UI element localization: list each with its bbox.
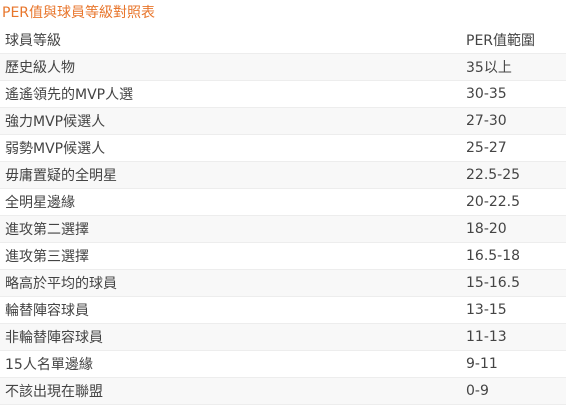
per-range-cell: 22.5-25 bbox=[466, 167, 521, 183]
table-row: 不該出現在聯盟 0-9 bbox=[0, 378, 566, 405]
tier-cell: 略高於平均的球員 bbox=[5, 276, 117, 292]
per-range-cell: 30-35 bbox=[466, 86, 507, 102]
table-row: 強力MVP候選人 27-30 bbox=[0, 108, 566, 135]
tier-cell: 歷史級人物 bbox=[5, 60, 75, 76]
column-header-tier: 球員等級 bbox=[5, 33, 61, 49]
per-range-cell: 27-30 bbox=[466, 113, 507, 129]
per-range-cell: 0-9 bbox=[466, 383, 489, 399]
table-row: 遙遙領先的MVP人選 30-35 bbox=[0, 81, 566, 108]
per-range-cell: 15-16.5 bbox=[466, 275, 521, 291]
tier-cell: 非輪替陣容球員 bbox=[5, 330, 103, 346]
table-row: 進攻第三選擇 16.5-18 bbox=[0, 243, 566, 270]
per-tier-table: 球員等級 PER值範圍 歷史級人物 35以上遙遙領先的MVP人選 30-35 強力MV… bbox=[0, 27, 566, 405]
per-range-cell: 11-13 bbox=[466, 329, 507, 345]
table-row: 全明星邊緣 20-22.5 bbox=[0, 189, 566, 216]
table-row: 進攻第二選擇 18-20 bbox=[0, 216, 566, 243]
tier-cell: 輪替陣容球員 bbox=[5, 303, 89, 319]
table-row: 毋庸置疑的全明星 22.5-25 bbox=[0, 162, 566, 189]
per-range-cell: 16.5-18 bbox=[466, 248, 521, 264]
column-header-per: PER值範圍 bbox=[466, 33, 536, 49]
per-range-cell: 25-27 bbox=[466, 140, 507, 156]
tier-cell: 毋庸置疑的全明星 bbox=[5, 168, 117, 184]
per-range-cell: 35以上 bbox=[466, 60, 512, 76]
per-range-cell: 18-20 bbox=[466, 221, 507, 237]
tier-cell: 進攻第二選擇 bbox=[5, 222, 89, 238]
per-range-cell: 20-22.5 bbox=[466, 194, 521, 210]
table-row: 輪替陣容球員 13-15 bbox=[0, 297, 566, 324]
tier-cell: 強力MVP候選人 bbox=[5, 114, 106, 130]
tier-cell: 不該出現在聯盟 bbox=[5, 384, 103, 400]
tier-cell: 15人名單邊緣 bbox=[5, 357, 93, 373]
table-header-row: 球員等級 PER值範圍 bbox=[0, 27, 566, 54]
table-row: 弱勢MVP候選人 25-27 bbox=[0, 135, 566, 162]
table-row: 15人名單邊緣 9-11 bbox=[0, 351, 566, 378]
per-range-cell: 9-11 bbox=[466, 356, 498, 372]
table-row: 非輪替陣容球員 11-13 bbox=[0, 324, 566, 351]
tier-cell: 進攻第三選擇 bbox=[5, 249, 89, 265]
tier-cell: 弱勢MVP候選人 bbox=[5, 141, 106, 157]
table-title: PER值與球員等級對照表 bbox=[2, 5, 156, 21]
table-row: 略高於平均的球員 15-16.5 bbox=[0, 270, 566, 297]
tier-cell: 遙遙領先的MVP人選 bbox=[5, 87, 134, 103]
table-row: 歷史級人物 35以上 bbox=[0, 54, 566, 81]
table-body: 歷史級人物 35以上遙遙領先的MVP人選 30-35 強力MVP候選人 27-30 弱勢M… bbox=[0, 54, 566, 405]
tier-cell: 全明星邊緣 bbox=[5, 195, 75, 211]
per-range-cell: 13-15 bbox=[466, 302, 507, 318]
